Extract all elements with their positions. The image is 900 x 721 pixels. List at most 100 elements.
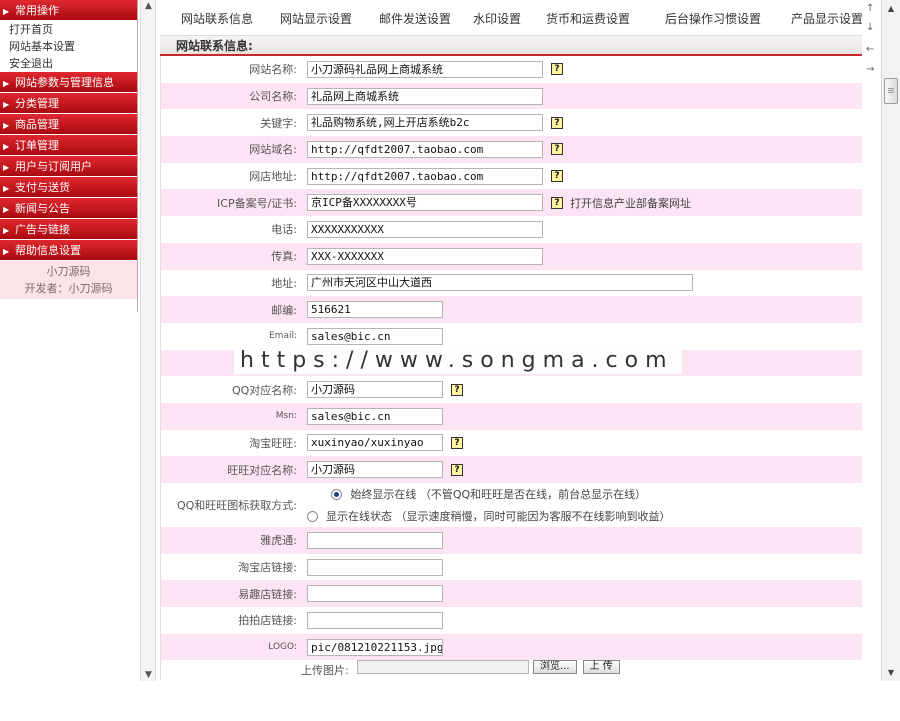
scroll-down-icon[interactable]: ▼ xyxy=(141,670,156,680)
triangle-right-icon: ▶ xyxy=(3,79,10,88)
shop-label: 网店地址: xyxy=(249,170,297,184)
triangle-right-icon: ▶ xyxy=(3,7,10,16)
arrow-right-icon[interactable]: → xyxy=(866,64,874,75)
tab-contact-info[interactable]: 网站联系信息 xyxy=(181,10,253,27)
help-icon[interactable]: ? xyxy=(451,463,463,476)
form-row-domain: 网站域名: http://qfdt2007.taobao.com? xyxy=(161,136,862,163)
form-row-icp: ICP备案号/证书: 京ICP备XXXXXXXX号? 打开信息产业部备案网址 xyxy=(161,189,862,217)
icp-link[interactable]: 打开信息产业部备案网址 xyxy=(570,195,691,211)
sidebar-section-categories[interactable]: ▶ 分类管理 xyxy=(0,93,137,114)
scroll-up-icon[interactable]: ▲ xyxy=(882,0,900,17)
address-input[interactable]: 广州市天河区中山大道西 xyxy=(307,274,693,292)
domain-label: 网站域名: xyxy=(249,143,297,157)
address-label: 地址: xyxy=(271,276,297,290)
tab-product-display[interactable]: 产品显示设置 xyxy=(791,10,862,27)
form-row-upload: 上传图片: 浏览... 上 传 xyxy=(161,660,862,680)
logo-input[interactable]: pic/081210221153.jpg xyxy=(307,638,443,656)
icp-input[interactable]: 京ICP备XXXXXXXX号 xyxy=(307,194,543,212)
sidebar-item-site-settings[interactable]: 网站基本设置 xyxy=(0,38,137,55)
icon-mode-always-online[interactable]: 始终显示在线 （不管QQ和旺旺是否在线，前台总显示在线） xyxy=(331,486,646,502)
triangle-right-icon: ▶ xyxy=(3,121,10,130)
arrow-up-icon[interactable]: ↑ xyxy=(866,3,874,14)
form-row-phone: 电话: XXXXXXXXXXX xyxy=(161,216,862,243)
yahoo-label: 雅虎通: xyxy=(260,534,297,548)
phone-input[interactable]: XXXXXXXXXXX xyxy=(307,220,543,238)
form-row-taobao: 淘宝旺旺: xuxinyao/xuxinyao? xyxy=(161,430,862,457)
radio-always-online[interactable] xyxy=(331,488,343,500)
scroll-down-icon[interactable]: ▼ xyxy=(882,664,900,681)
yahoo-input[interactable] xyxy=(307,531,443,549)
site-name-label: 网站名称: xyxy=(249,63,297,77)
email-label: Email: xyxy=(268,331,297,342)
sidebar-section-site-params[interactable]: ▶ 网站参数与管理信息 xyxy=(0,72,137,93)
sidebar-section-users[interactable]: ▶ 用户与订阅用户 xyxy=(0,156,137,177)
triangle-right-icon: ▶ xyxy=(3,142,10,151)
triangle-right-icon: ▶ xyxy=(3,184,10,193)
arrow-left-icon[interactable]: ← xyxy=(866,44,874,55)
icon-mode-show-status[interactable]: 显示在线状态 （显示速度稍慢，同时可能因为客服不在线影响到收益） xyxy=(307,508,671,524)
form-row-keywords: 关键字: 礼品购物系统,网上开店系统b2c? xyxy=(161,109,862,136)
sidebar-section-common[interactable]: ▶ 常用操作 xyxy=(0,0,137,21)
sidebar-section-orders[interactable]: ▶ 订单管理 xyxy=(0,135,137,156)
triangle-right-icon: ▶ xyxy=(3,100,10,109)
sidebar-section-products[interactable]: ▶ 商品管理 xyxy=(0,114,137,135)
domain-input[interactable]: http://qfdt2007.taobao.com xyxy=(307,140,543,158)
upload-label: 上传图片: xyxy=(301,664,349,678)
sidebar-section-help[interactable]: ▶ 帮助信息设置 xyxy=(0,240,137,261)
arrow-down-icon[interactable]: ↓ xyxy=(866,22,874,33)
taobao-link-input[interactable] xyxy=(307,558,443,576)
browse-button[interactable]: 浏览... xyxy=(533,660,577,675)
sidebar-item-open-home[interactable]: 打开首页 xyxy=(0,21,137,38)
scroll-up-icon[interactable]: ▲ xyxy=(141,1,156,11)
tab-admin-habits[interactable]: 后台操作习惯设置 xyxy=(665,10,761,27)
company-label: 公司名称: xyxy=(249,90,297,104)
zip-input[interactable]: 516621 xyxy=(307,301,443,319)
form-row-fax: 传真: XXX-XXXXXXX xyxy=(161,242,862,270)
form-row-zip: 邮编: 516621 xyxy=(161,296,862,323)
sidebar-section-payment[interactable]: ▶ 支付与送货 xyxy=(0,177,137,198)
form-row-paipai-link: 拍拍店链接: xyxy=(161,607,862,634)
qq-input[interactable]: 小刀源码 xyxy=(307,381,443,399)
taobao-label: 淘宝旺旺: xyxy=(249,436,297,450)
form-row-yahoo: 雅虎通: xyxy=(161,527,862,554)
upload-button[interactable]: 上 传 xyxy=(582,660,620,675)
keywords-input[interactable]: 礼品购物系统,网上开店系统b2c xyxy=(307,114,543,132)
shop-input[interactable]: http://qfdt2007.taobao.com xyxy=(307,167,543,185)
eqiao-link-input[interactable] xyxy=(307,585,443,603)
help-icon[interactable]: ? xyxy=(551,143,563,156)
help-icon[interactable]: ? xyxy=(551,63,563,76)
tab-display-settings[interactable]: 网站显示设置 xyxy=(280,10,352,27)
sidebar-section-ads[interactable]: ▶ 广告与链接 xyxy=(0,219,137,240)
radio-show-status[interactable] xyxy=(307,510,318,522)
help-icon[interactable]: ? xyxy=(451,383,463,396)
tab-currency-shipping[interactable]: 货币和运费设置 xyxy=(546,10,630,27)
tab-mail-settings[interactable]: 邮件发送设置 xyxy=(379,10,451,27)
tab-watermark-settings[interactable]: 水印设置 xyxy=(473,10,521,27)
sidebar-item-logout[interactable]: 安全退出 xyxy=(0,55,137,72)
company-input[interactable]: 礼品网上商城系统 xyxy=(307,87,543,105)
sidebar-scrollbar[interactable]: ▲ ▼ xyxy=(140,0,156,681)
help-icon[interactable]: ? xyxy=(551,116,563,129)
paipai-link-input[interactable] xyxy=(307,611,443,629)
fax-label: 传真: xyxy=(271,250,297,264)
triangle-right-icon: ▶ xyxy=(3,205,10,214)
sidebar-section-news[interactable]: ▶ 新闻与公告 xyxy=(0,198,137,219)
zip-label: 邮编: xyxy=(271,303,297,317)
upload-file-field[interactable] xyxy=(357,660,529,675)
help-icon[interactable]: ? xyxy=(451,436,463,449)
site-name-input[interactable]: 小刀源码礼品网上商城系统 xyxy=(307,60,543,78)
email-input[interactable]: sales@bic.cn xyxy=(307,327,443,345)
taobao-input[interactable]: xuxinyao/xuxinyao xyxy=(307,434,443,452)
scroll-thumb[interactable] xyxy=(884,78,898,104)
msn-input[interactable]: sales@bic.cn xyxy=(307,407,443,425)
section-title: 网站联系信息: xyxy=(160,36,862,56)
form-row-msn: Msn: sales@bic.cn xyxy=(161,402,862,430)
help-icon[interactable]: ? xyxy=(551,196,563,209)
footer-brand: 小刀源码 xyxy=(46,265,91,278)
main-content: 网站联系信息 网站显示设置 邮件发送设置 水印设置 货币和运费设置 后台操作习惯… xyxy=(160,0,862,681)
fax-input[interactable]: XXX-XXXXXXX xyxy=(307,247,543,265)
wangwang-input[interactable]: 小刀源码 xyxy=(307,461,443,479)
page-scrollbar[interactable]: ▲ ▼ xyxy=(881,0,900,681)
help-icon[interactable]: ? xyxy=(551,170,563,183)
triangle-right-icon: ▶ xyxy=(3,247,10,256)
